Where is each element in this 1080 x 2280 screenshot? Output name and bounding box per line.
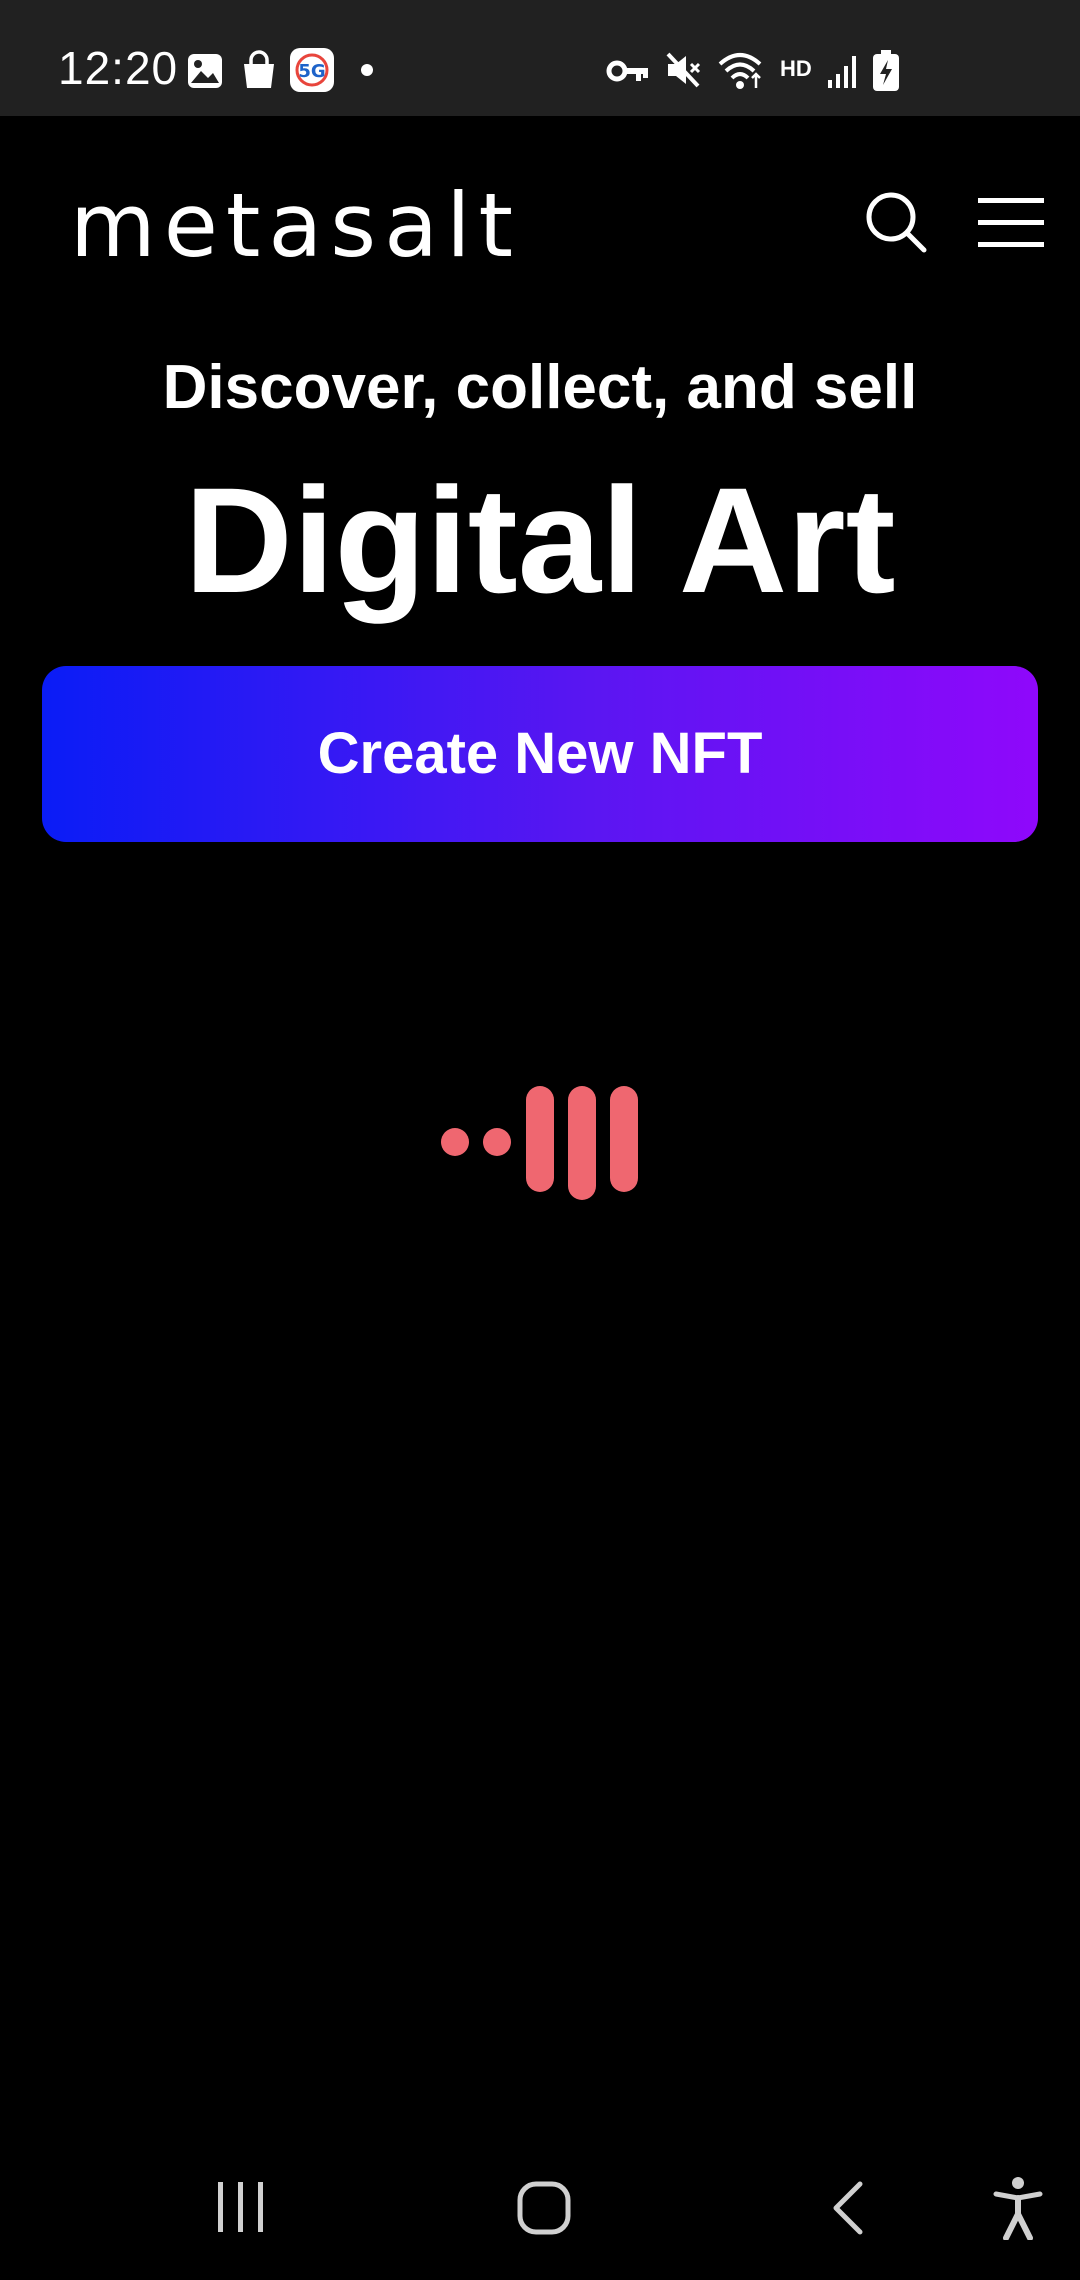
menu-icon[interactable]: [978, 196, 1044, 250]
site-logo[interactable]: metasalt: [70, 176, 521, 276]
loader-bar-2: [568, 1086, 596, 1200]
shopping-bag-icon: [244, 50, 274, 88]
battery-charging-icon: [873, 50, 899, 91]
back-icon[interactable]: [828, 2180, 868, 2236]
hero-title: Digital Art: [184, 456, 896, 624]
loader-bar-1: [526, 1086, 554, 1192]
status-bar: 12:20 5G HD: [0, 0, 1080, 116]
loader-bar-3: [610, 1086, 638, 1192]
loader-dot-1: [441, 1128, 469, 1156]
svg-text:5G: 5G: [298, 61, 325, 82]
mute-icon: [666, 52, 701, 88]
search-icon[interactable]: [864, 190, 928, 254]
hd-icon: HD: [780, 56, 812, 81]
vpn-key-icon: [606, 60, 648, 82]
wifi-icon: [718, 53, 762, 89]
signal-icon: [828, 56, 856, 88]
notification-dot-icon: [361, 64, 373, 76]
loader-dot-2: [483, 1128, 511, 1156]
gallery-icon: [188, 54, 222, 88]
recent-apps-icon[interactable]: [216, 2180, 266, 2234]
accessibility-icon[interactable]: [992, 2176, 1044, 2240]
5g-app-icon: 5G: [290, 48, 334, 92]
status-time: 12:20: [58, 42, 179, 94]
home-icon[interactable]: [516, 2180, 572, 2236]
create-nft-button[interactable]: Create New NFT: [42, 666, 1038, 842]
hero-subtitle: Discover, collect, and sell: [162, 353, 918, 422]
loading-spinner-icon: [441, 1086, 638, 1200]
